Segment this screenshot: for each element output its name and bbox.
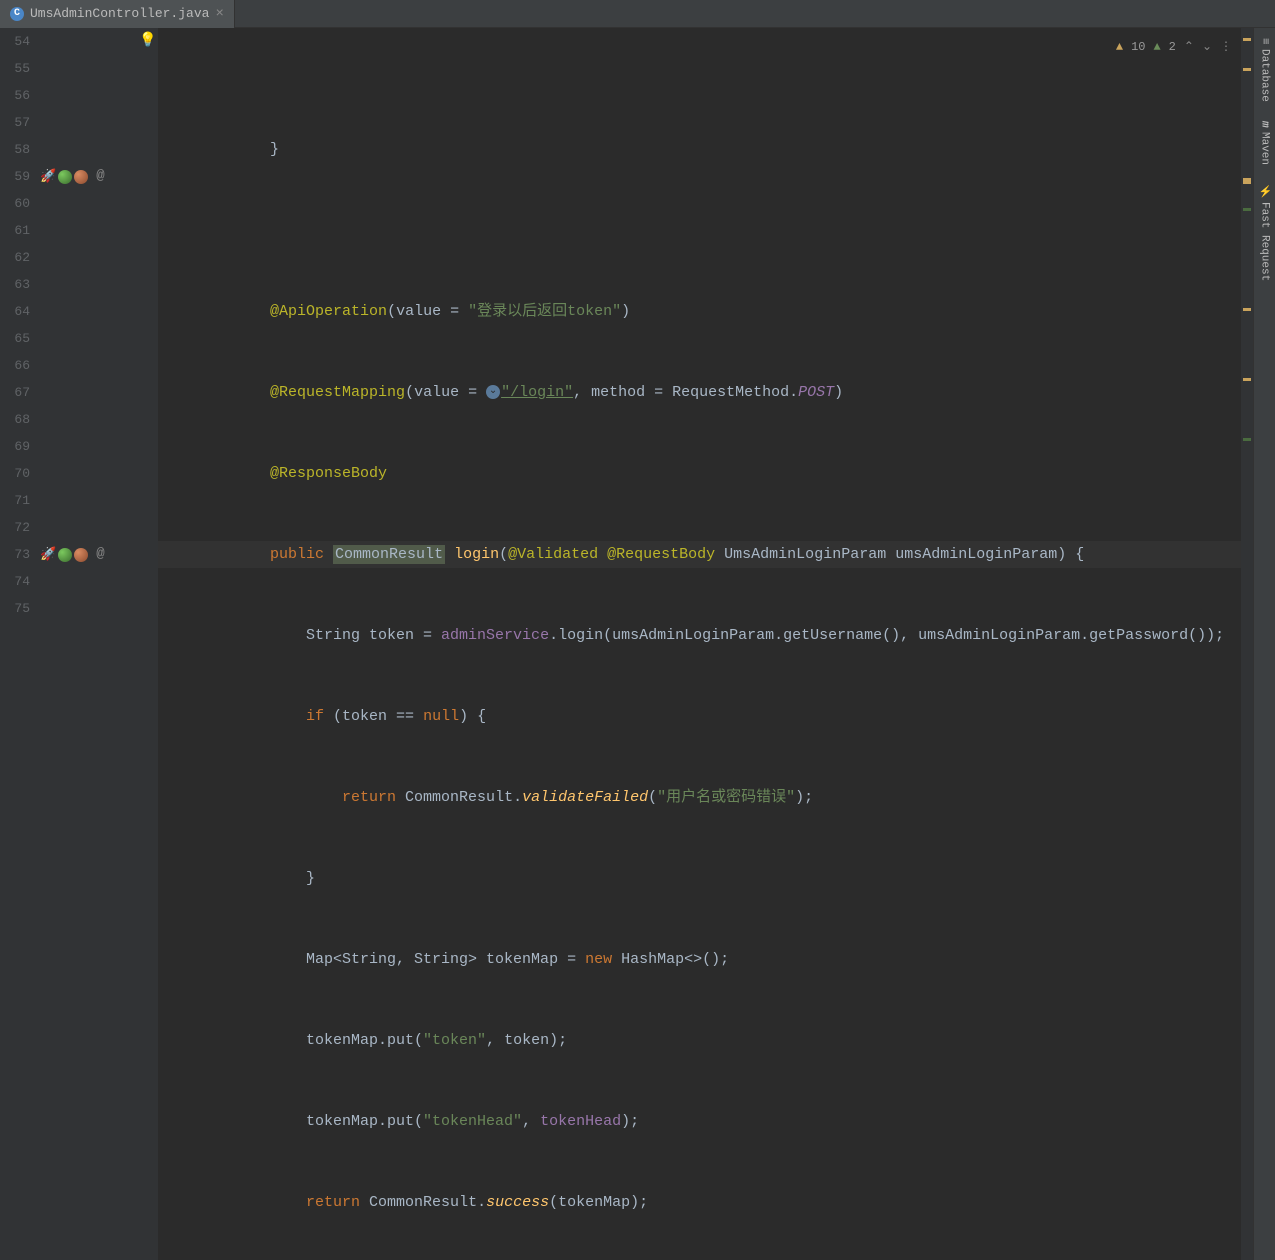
database-tool-tab[interactable]: ≡ Database bbox=[1254, 28, 1275, 111]
weak-warning-count: 2 bbox=[1169, 34, 1176, 61]
gutter-icons: 🚀 @ 🚀 @ bbox=[38, 28, 138, 1260]
warning-icon: ▲ bbox=[1116, 34, 1123, 61]
line-number: 71 bbox=[0, 487, 30, 514]
code-line: @RequestMapping(value = ⌄"/login", metho… bbox=[158, 379, 1253, 406]
line-number: 59 bbox=[0, 163, 30, 190]
close-icon[interactable]: × bbox=[215, 6, 223, 22]
code-line: } bbox=[158, 136, 1253, 163]
line-number: 61 bbox=[0, 217, 30, 244]
code-line: @ApiOperation(value = "登录以后返回token") bbox=[158, 298, 1253, 325]
file-tab[interactable]: C UmsAdminController.java × bbox=[0, 0, 235, 28]
run-icon[interactable]: 🚀 bbox=[40, 541, 56, 568]
endpoint-icon[interactable] bbox=[58, 548, 72, 562]
fold-gutter: 💡 bbox=[138, 28, 158, 1260]
inspection-summary[interactable]: ▲ 10 ▲ 2 ⌃ ⌄ ⋮ bbox=[1110, 32, 1238, 63]
line-number: 55 bbox=[0, 55, 30, 82]
tab-bar: C UmsAdminController.java × bbox=[0, 0, 1275, 28]
line-number: 57 bbox=[0, 109, 30, 136]
web-icon[interactable]: ⌄ bbox=[486, 385, 500, 399]
line-number: 69 bbox=[0, 433, 30, 460]
line-number: 54 bbox=[0, 28, 30, 55]
code-line: String token = adminService.login(umsAdm… bbox=[158, 622, 1253, 649]
code-line: return CommonResult.validateFailed("用户名或… bbox=[158, 784, 1253, 811]
annotation-icon[interactable]: @ bbox=[96, 541, 104, 568]
line-number: 65 bbox=[0, 325, 30, 352]
line-number-gutter: 54 55 56 57 58 59 60 61 62 63 64 65 66 6… bbox=[0, 28, 38, 1260]
line-number: 58 bbox=[0, 136, 30, 163]
error-stripe[interactable] bbox=[1241, 28, 1253, 1260]
maven-icon: m bbox=[1259, 121, 1271, 128]
code-line: tokenMap.put("tokenHead", tokenHead); bbox=[158, 1108, 1253, 1135]
line-number: 66 bbox=[0, 352, 30, 379]
tab-label: UmsAdminController.java bbox=[30, 6, 209, 21]
code-line: tokenMap.put("token", token); bbox=[158, 1027, 1253, 1054]
annotation-icon[interactable]: @ bbox=[96, 163, 104, 190]
code-editor[interactable]: ▲ 10 ▲ 2 ⌃ ⌄ ⋮ } @ApiOperation(value = "登录… bbox=[158, 28, 1253, 1260]
more-icon[interactable]: ⋮ bbox=[1220, 34, 1232, 61]
warning-count: 10 bbox=[1131, 34, 1145, 61]
right-toolbar: ≡ Database m Maven ⚡ Fast Request bbox=[1253, 28, 1275, 1260]
fast-request-tool-tab[interactable]: ⚡ Fast Request bbox=[1254, 175, 1275, 292]
line-number: 56 bbox=[0, 82, 30, 109]
lightning-icon: ⚡ bbox=[1258, 185, 1271, 198]
line-number: 70 bbox=[0, 460, 30, 487]
code-line-current: public CommonResult login(@Validated @Re… bbox=[158, 541, 1253, 568]
intention-bulb-icon[interactable]: 💡 bbox=[139, 33, 156, 49]
code-line: @ResponseBody bbox=[158, 460, 1253, 487]
code-line: } bbox=[158, 865, 1253, 892]
api-icon[interactable] bbox=[74, 548, 88, 562]
code-line bbox=[158, 217, 1253, 244]
java-class-icon: C bbox=[10, 7, 24, 21]
line-number: 63 bbox=[0, 271, 30, 298]
line-number: 64 bbox=[0, 298, 30, 325]
weak-warning-icon: ▲ bbox=[1153, 34, 1160, 61]
code-line: return CommonResult.success(tokenMap); bbox=[158, 1189, 1253, 1216]
line-number: 68 bbox=[0, 406, 30, 433]
code-line: Map<String, String> tokenMap = new HashM… bbox=[158, 946, 1253, 973]
code-line: if (token == null) { bbox=[158, 703, 1253, 730]
endpoint-icon[interactable] bbox=[58, 170, 72, 184]
chevron-up-icon[interactable]: ⌃ bbox=[1184, 34, 1194, 61]
line-number: 67 bbox=[0, 379, 30, 406]
chevron-down-icon[interactable]: ⌄ bbox=[1202, 34, 1212, 61]
line-number: 75 bbox=[0, 595, 30, 622]
line-number: 60 bbox=[0, 190, 30, 217]
database-icon: ≡ bbox=[1259, 38, 1271, 45]
api-icon[interactable] bbox=[74, 170, 88, 184]
line-number: 74 bbox=[0, 568, 30, 595]
line-number: 72 bbox=[0, 514, 30, 541]
line-number: 73 bbox=[0, 541, 30, 568]
run-icon[interactable]: 🚀 bbox=[40, 163, 56, 190]
maven-tool-tab[interactable]: m Maven bbox=[1254, 111, 1275, 175]
line-number: 62 bbox=[0, 244, 30, 271]
